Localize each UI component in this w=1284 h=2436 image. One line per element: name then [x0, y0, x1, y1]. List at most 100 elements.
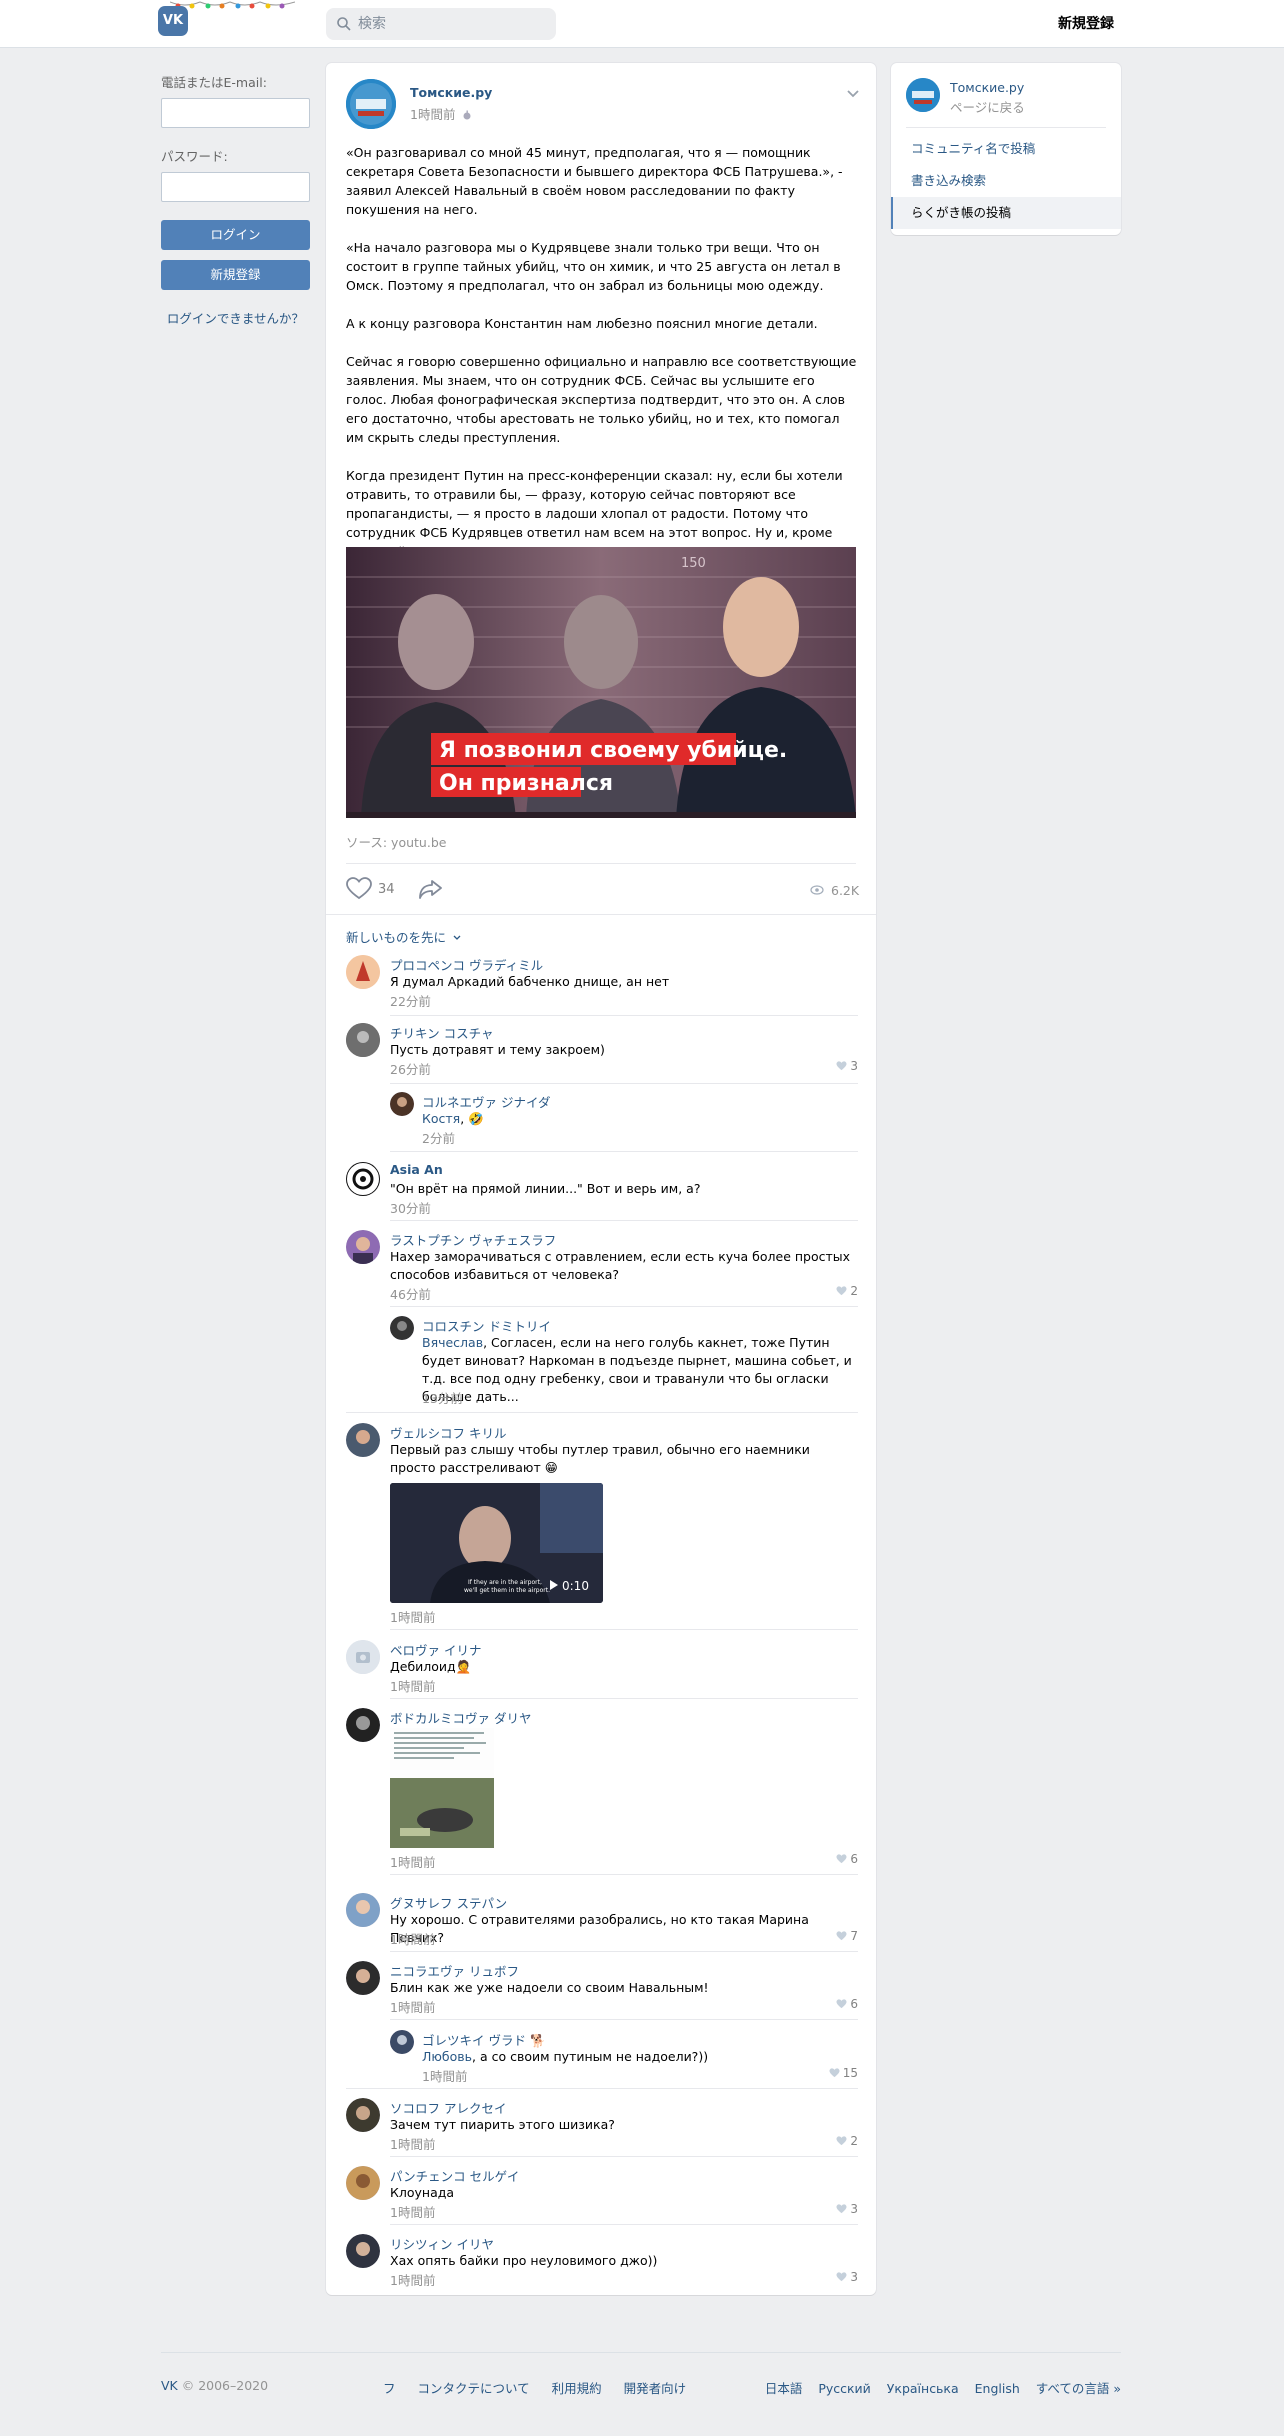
login-button[interactable]: ログイン	[161, 220, 310, 250]
comment-time[interactable]: 1時間前	[390, 1997, 435, 2016]
language-russian[interactable]: Русский	[818, 2381, 870, 2396]
comment-like[interactable]: 3	[836, 2270, 858, 2284]
footer-link-terms[interactable]: 利用規約	[552, 2381, 602, 2396]
avatar[interactable]	[346, 2234, 380, 2268]
mention-link[interactable]: Костя	[422, 1111, 460, 1126]
comment-text: Я думал Аркадий бабченко днище, ан нет	[390, 974, 670, 989]
community-avatar[interactable]	[906, 78, 940, 112]
like-icon[interactable]	[346, 877, 372, 901]
comment-author[interactable]: コルネエヴァ ジナイダ	[422, 1092, 550, 1111]
mention-link[interactable]: Вячеслав	[422, 1335, 483, 1350]
comment-author[interactable]: グヌサレフ ステパン	[390, 1893, 507, 1912]
comment-author[interactable]: コロスチン ドミトリイ	[422, 1316, 551, 1335]
community-logo-icon	[346, 79, 396, 129]
forgot-login-link[interactable]: ログインできませんか？	[161, 308, 310, 327]
comment-time[interactable]: 26分前	[390, 1059, 431, 1078]
avatar[interactable]	[346, 1230, 380, 1264]
comment-like[interactable]: 3	[836, 1059, 858, 1073]
comment-like[interactable]: 6	[836, 1852, 858, 1866]
comment-time[interactable]: 1時間前	[390, 1676, 435, 1695]
community-name-link[interactable]: Томские.ру	[950, 80, 1024, 95]
language-english[interactable]: English	[975, 2381, 1020, 2396]
comment-time[interactable]: 46分前	[390, 1284, 431, 1303]
email-field[interactable]	[161, 98, 310, 128]
comment-time[interactable]: 1時間前	[422, 2066, 467, 2085]
comment-like[interactable]: 2	[836, 2134, 858, 2148]
video-attachment[interactable]: If they are in the airport, we'll get th…	[390, 1483, 603, 1603]
avatar[interactable]	[390, 2030, 414, 2054]
footer-link-about[interactable]: コンタクテについて	[418, 2381, 530, 2396]
comment-text: Костя, 🤣	[422, 1111, 484, 1126]
post-author[interactable]: Томские.ру	[410, 85, 492, 100]
comment-time[interactable]: 13分前	[422, 1388, 463, 1407]
comment-author[interactable]: プロコペンコ ヴラディミル	[390, 955, 543, 974]
avatar[interactable]	[346, 2098, 380, 2132]
avatar[interactable]	[346, 1961, 380, 1995]
heart-icon	[836, 1999, 847, 2009]
top-register-link[interactable]: 新規登録	[1058, 13, 1114, 33]
sidebar-item-community-posts[interactable]: コミュニティ名で投稿	[891, 133, 1121, 165]
comment-divider	[390, 1629, 858, 1630]
comment-like[interactable]: 2	[836, 1284, 858, 1298]
back-to-page-link[interactable]: ページに戻る	[950, 97, 1025, 116]
search-input[interactable]	[358, 14, 548, 34]
comments-sort-dropdown[interactable]: 新しいものを先に	[346, 927, 461, 946]
post-image[interactable]: 150 Я позвонил своему убийце. Он признал…	[346, 547, 856, 818]
comment-time[interactable]: 22分前	[390, 991, 431, 1010]
chevron-down-icon[interactable]	[846, 89, 860, 99]
comment-like[interactable]: 15	[829, 2066, 858, 2080]
comment-time[interactable]: 1時間前	[390, 2202, 435, 2221]
share-icon[interactable]	[418, 877, 444, 901]
comment-author[interactable]: ニコラエヴァ リュボフ	[390, 1961, 519, 1980]
comment-author[interactable]: パンチェンコ セルゲイ	[390, 2166, 519, 2185]
avatar[interactable]	[390, 1316, 414, 1340]
avatar[interactable]	[346, 1162, 380, 1196]
comment-author[interactable]: Asia An	[390, 1162, 443, 1177]
footer-links: フ コンタクテについて 利用規約 開発者向け	[383, 2378, 704, 2397]
community-avatar[interactable]	[346, 79, 396, 129]
comment-like[interactable]: 3	[836, 2202, 858, 2216]
language-ukrainian[interactable]: Українська	[887, 2381, 959, 2396]
password-field[interactable]	[161, 172, 310, 202]
search-box[interactable]	[326, 8, 556, 40]
comment-time[interactable]: 2分前	[422, 1128, 455, 1147]
comment-author[interactable]: ゴレツキイ ヴラド 🐕	[422, 2030, 546, 2049]
comment-time[interactable]: 1時間前	[390, 1607, 435, 1626]
avatar[interactable]	[346, 1893, 380, 1927]
comment-like[interactable]: 7	[836, 1929, 858, 1943]
comment-time[interactable]: 1時間前	[390, 1852, 435, 1871]
image-attachment[interactable]	[390, 1728, 494, 1848]
comment-author[interactable]: ボドカルミコヴァ ダリヤ	[390, 1708, 531, 1727]
avatar[interactable]	[346, 1708, 380, 1742]
avatar[interactable]	[346, 2166, 380, 2200]
comment-divider	[390, 1951, 858, 1952]
register-button[interactable]: 新規登録	[161, 260, 310, 290]
comment-time[interactable]: 1時間前	[390, 2270, 435, 2289]
comment-author[interactable]: チリキン コスチャ	[390, 1023, 493, 1042]
footer-link-developers[interactable]: 開発者向け	[624, 2381, 687, 2396]
footer-brand-link[interactable]: VK	[161, 2378, 178, 2393]
comment-author[interactable]: ソコロフ アレクセイ	[390, 2098, 506, 2117]
sidebar-item-post-search[interactable]: 書き込み検索	[891, 165, 1121, 197]
comment-author[interactable]: ベロヴァ イリナ	[390, 1640, 481, 1659]
avatar[interactable]	[346, 1023, 380, 1057]
comment-time[interactable]: 1時間前	[390, 1929, 435, 1948]
comment-author[interactable]: ラストプチン ヴャチェスラフ	[390, 1230, 556, 1249]
post-time[interactable]: 1時間前	[410, 104, 472, 123]
comment-time[interactable]: 30分前	[390, 1198, 431, 1217]
comment-time[interactable]: 1時間前	[390, 2134, 435, 2153]
avatar[interactable]	[390, 1092, 414, 1116]
sidebar-item-wall-post[interactable]: らくがき帳の投稿	[891, 197, 1121, 229]
avatar[interactable]	[346, 1423, 380, 1457]
vk-logo[interactable]: VK	[158, 6, 188, 36]
avatar[interactable]	[346, 955, 380, 989]
comment-author[interactable]: ヴェルシコフ キリル	[390, 1423, 506, 1442]
post-source[interactable]: ソース: youtu.be	[346, 832, 446, 851]
all-languages-link[interactable]: すべての言語 »	[1036, 2381, 1121, 2396]
mention-link[interactable]: Любовь	[422, 2049, 472, 2064]
footer-link[interactable]: フ	[383, 2381, 396, 2396]
avatar[interactable]	[346, 1640, 380, 1674]
comment-author[interactable]: リシツィン イリヤ	[390, 2234, 494, 2253]
language-japanese[interactable]: 日本語	[765, 2381, 803, 2396]
comment-like[interactable]: 6	[836, 1997, 858, 2011]
